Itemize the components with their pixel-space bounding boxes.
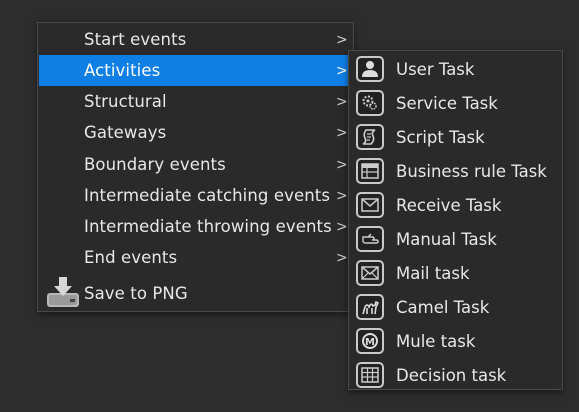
submenu-item-label: Service Task	[396, 93, 498, 113]
submenu-item-label: Business rule Task	[396, 161, 547, 181]
menu-item-label: Boundary events	[84, 155, 226, 174]
hand-icon	[356, 226, 384, 252]
chevron-right-icon: >	[336, 31, 348, 48]
submenu-item-service-task[interactable]: Service Task	[349, 86, 562, 120]
menu-item-label: Structural	[84, 92, 167, 111]
grid-icon	[356, 362, 384, 388]
context-menu: Start events > Activities > Structural >…	[37, 22, 354, 312]
svg-text:M: M	[365, 337, 375, 348]
menu-item-intermediate-throwing-events[interactable]: Intermediate throwing events >	[38, 211, 353, 242]
table-icon	[356, 158, 384, 184]
envelope-icon	[356, 260, 384, 286]
menu-item-label: Activities	[84, 61, 161, 80]
chevron-right-icon: >	[336, 93, 348, 110]
menu-item-label: Save to PNG	[84, 283, 188, 303]
submenu-item-manual-task[interactable]: Manual Task	[349, 222, 562, 256]
submenu-item-script-task[interactable]: Script Task	[349, 120, 562, 154]
submenu-item-label: Mail task	[396, 263, 470, 283]
activities-submenu: User Task Service Task Script Task Busin…	[348, 50, 563, 390]
submenu-item-mule-task[interactable]: M Mule task	[349, 324, 562, 358]
user-icon	[356, 56, 384, 82]
chevron-right-icon: >	[336, 187, 348, 204]
submenu-item-label: Mule task	[396, 331, 476, 351]
mule-icon: M	[356, 328, 384, 354]
chevron-right-icon: >	[336, 218, 348, 235]
submenu-item-mail-task[interactable]: Mail task	[349, 256, 562, 290]
chevron-right-icon: >	[336, 249, 348, 266]
gear-icon	[356, 90, 384, 116]
submenu-item-receive-task[interactable]: Receive Task	[349, 188, 562, 222]
envelope-icon	[356, 192, 384, 218]
download-icon	[46, 275, 80, 309]
menu-item-intermediate-catching-events[interactable]: Intermediate catching events >	[38, 180, 353, 211]
menu-item-label: Start events	[84, 30, 187, 49]
submenu-item-decision-task[interactable]: Decision task	[349, 358, 562, 392]
submenu-item-label: Camel Task	[396, 297, 490, 317]
submenu-item-label: User Task	[396, 59, 475, 79]
menu-item-boundary-events[interactable]: Boundary events >	[38, 149, 353, 180]
submenu-item-business-rule-task[interactable]: Business rule Task	[349, 154, 562, 188]
submenu-item-label: Receive Task	[396, 195, 502, 215]
submenu-item-label: Manual Task	[396, 229, 497, 249]
menu-item-label: End events	[84, 248, 178, 267]
menu-item-activities[interactable]: Activities >	[39, 55, 350, 86]
menu-item-label: Gateways	[84, 123, 167, 142]
menu-item-label: Intermediate throwing events	[84, 217, 332, 236]
menu-item-label: Intermediate catching events	[84, 186, 331, 205]
menu-item-start-events[interactable]: Start events >	[38, 24, 353, 55]
submenu-item-user-task[interactable]: User Task	[349, 52, 562, 86]
menu-item-end-events[interactable]: End events >	[38, 242, 353, 273]
menu-item-gateways[interactable]: Gateways >	[38, 117, 353, 148]
submenu-item-label: Script Task	[396, 127, 485, 147]
submenu-item-label: Decision task	[396, 365, 507, 385]
chevron-right-icon: >	[336, 156, 348, 173]
submenu-item-camel-task[interactable]: Camel Task	[349, 290, 562, 324]
chevron-right-icon: >	[336, 124, 348, 141]
menu-item-save-to-png[interactable]: Save to PNG	[38, 275, 353, 311]
chevron-right-icon: >	[336, 62, 348, 79]
camel-icon	[356, 294, 384, 320]
script-icon	[356, 124, 384, 150]
menu-item-structural[interactable]: Structural >	[38, 86, 353, 117]
